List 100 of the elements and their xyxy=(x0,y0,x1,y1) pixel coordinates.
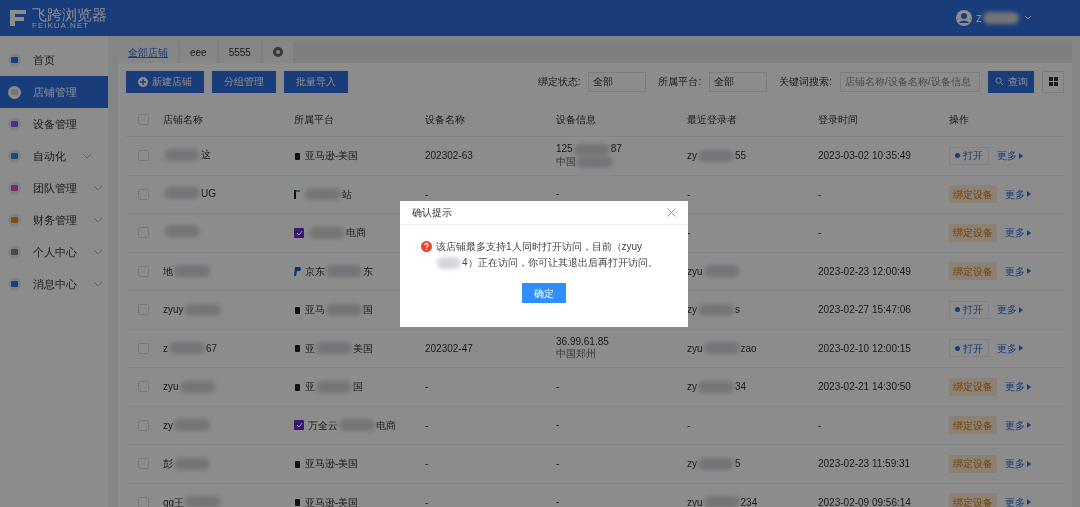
table-cell-text: zyu xyxy=(163,380,179,395)
table-cell-text: zy xyxy=(687,380,697,395)
sidebar-item[interactable]: 店铺管理 xyxy=(0,76,108,108)
search-label: 关键词搜索: xyxy=(779,75,832,89)
bind-device-button[interactable]: 绑定设备 xyxy=(949,377,997,396)
confirm-button[interactable]: 确定 xyxy=(522,283,566,303)
more-link[interactable]: 更多 xyxy=(1005,379,1031,395)
platform-icon xyxy=(294,344,301,353)
table-cell: - xyxy=(556,188,560,201)
tab[interactable]: 全部店铺 xyxy=(118,41,178,63)
open-button[interactable]: 打开 xyxy=(949,146,989,165)
search-icon xyxy=(994,77,1004,86)
table-cell-text: 站 xyxy=(342,187,352,202)
table-cell-text: 34 xyxy=(735,380,747,395)
bind-device-button[interactable]: 绑定设备 xyxy=(949,454,997,473)
chevron-icon xyxy=(82,153,92,159)
table-cell: 2023-03-02 10:35:49 xyxy=(818,150,911,162)
table-cell-text: 亚 xyxy=(305,341,315,356)
column-header: 最近登录者 xyxy=(687,113,738,127)
filter-select[interactable]: 全部 xyxy=(709,71,768,92)
filter-label: 所属平台: xyxy=(658,75,702,89)
close-button[interactable] xyxy=(667,208,676,217)
more-link[interactable]: 更多 xyxy=(997,148,1023,164)
table-cell-text: 234 xyxy=(740,495,758,507)
more-link[interactable]: 更多 xyxy=(997,340,1023,356)
toolbar-button[interactable]: 分组管理 xyxy=(212,70,276,93)
open-button[interactable]: 打开 xyxy=(949,300,989,319)
column-header: 店铺名称 xyxy=(163,113,204,127)
table-cell: - xyxy=(425,458,429,470)
platform-icon xyxy=(294,151,301,160)
column-header: 设备信息 xyxy=(556,113,597,127)
table-cell-text: 5 xyxy=(735,457,741,472)
table-cell-text: zyuy xyxy=(163,303,184,318)
bind-device-button[interactable]: 绑定设备 xyxy=(949,493,997,507)
table-cell: - xyxy=(556,419,560,432)
grid-view-button[interactable] xyxy=(1042,70,1064,93)
search-button[interactable]: 查询 xyxy=(988,70,1034,93)
dot-icon xyxy=(955,307,960,313)
bind-device-button[interactable]: 绑定设备 xyxy=(949,185,997,204)
table-cell: 87 xyxy=(610,143,622,156)
table-cell: 中国 xyxy=(556,155,576,169)
filter-select[interactable]: 全部 xyxy=(588,71,647,92)
more-link[interactable]: 更多 xyxy=(1005,186,1031,202)
table-cell-text: 国 xyxy=(353,380,363,395)
table-cell: - xyxy=(818,419,822,431)
table-cell-text: zao xyxy=(740,341,757,356)
table-cell-text: zyu xyxy=(687,495,703,507)
more-link[interactable]: 更多 xyxy=(1005,263,1031,279)
more-link[interactable]: 更多 xyxy=(1005,225,1031,241)
table-cell-text: zy xyxy=(163,418,173,433)
column-header: 所属平台 xyxy=(294,113,335,127)
sidebar-item[interactable]: 设备管理 xyxy=(0,108,108,140)
more-link[interactable]: 更多 xyxy=(1005,417,1031,433)
table-cell: 125 xyxy=(556,143,573,156)
logo-icon xyxy=(8,8,28,28)
table-cell-text: s xyxy=(735,303,740,318)
tab[interactable]: eee xyxy=(180,41,217,63)
triangle-icon xyxy=(1027,460,1031,467)
table-cell-text: 67 xyxy=(206,341,218,356)
table-cell-text: 亚马逊-美国 xyxy=(305,495,359,507)
bind-device-button[interactable]: 绑定设备 xyxy=(949,416,997,435)
table-cell-text: 亚马逊-美国 xyxy=(305,149,359,164)
table-cell: 202302-47 xyxy=(425,342,473,354)
table-cell-text: - xyxy=(687,418,691,433)
table-cell-text: 亚 xyxy=(305,380,315,395)
triangle-icon xyxy=(1027,229,1031,236)
dialog-message: 该店铺最多支持1人同时打开访问，目前（zyuy 4）正在访问，你可让其退出后再打开访问。 xyxy=(436,240,659,271)
open-button[interactable]: 打开 xyxy=(949,339,989,358)
table-cell-text: 美国 xyxy=(353,341,373,356)
table-cell-text: zyu xyxy=(687,264,703,279)
tab[interactable]: 5555 xyxy=(218,41,261,63)
sidebar-item[interactable]: 消息中心 xyxy=(0,268,108,300)
toolbar-button[interactable]: 新建店铺 xyxy=(126,70,204,93)
more-link[interactable]: 更多 xyxy=(997,302,1023,318)
bind-device-button[interactable]: 绑定设备 xyxy=(949,262,997,281)
column-header: 设备名称 xyxy=(425,113,466,127)
gear-icon xyxy=(272,47,283,57)
table-cell-text: zy xyxy=(687,457,697,472)
avatar-icon xyxy=(956,10,972,26)
sidebar-item[interactable]: 团队管理 xyxy=(0,172,108,204)
close-icon xyxy=(667,208,676,217)
more-link[interactable]: 更多 xyxy=(1005,494,1031,507)
sidebar-item[interactable]: 财务管理 xyxy=(0,204,108,236)
triangle-icon xyxy=(1027,383,1031,390)
sidebar-item[interactable]: 个人中心 xyxy=(0,236,108,268)
chevron-icon xyxy=(93,185,103,191)
table-cell: - xyxy=(818,188,822,200)
table-cell: - xyxy=(425,188,429,200)
triangle-icon xyxy=(1027,191,1031,198)
more-link[interactable]: 更多 xyxy=(1005,456,1031,472)
grid-icon xyxy=(1048,77,1058,86)
table-cell: - xyxy=(425,419,429,431)
bind-device-button[interactable]: 绑定设备 xyxy=(949,223,997,242)
settings-tab[interactable] xyxy=(262,41,293,63)
dialog-title: 确认提示 xyxy=(412,206,452,220)
sidebar-item[interactable]: 自动化 xyxy=(0,140,108,172)
sidebar-item[interactable]: 首页 xyxy=(0,44,108,76)
toolbar-button[interactable]: 批量导入 xyxy=(284,70,348,93)
plus-icon xyxy=(138,76,148,87)
table-cell-text: 36.99.61.85 xyxy=(556,335,609,348)
